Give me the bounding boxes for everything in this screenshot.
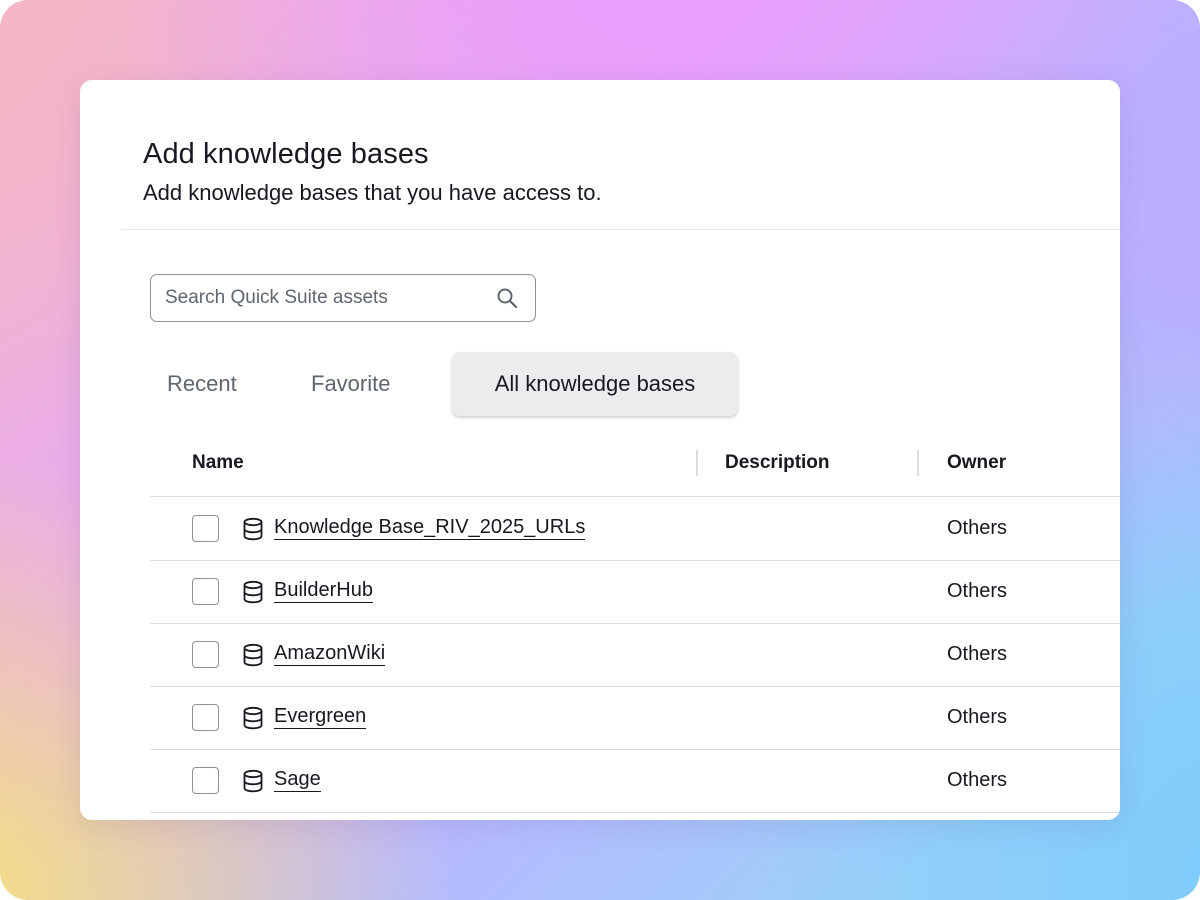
database-icon (243, 769, 263, 793)
tab-all-knowledge-bases[interactable]: All knowledge bases (452, 352, 738, 416)
owner-cell: Others (947, 643, 1008, 665)
dialog-subtitle: Add knowledge bases that you have access… (143, 180, 602, 205)
column-header-owner[interactable]: Owner (947, 452, 1006, 474)
table-row: Sage Others (80, 749, 1120, 812)
database-icon (243, 706, 263, 730)
database-icon (243, 517, 263, 541)
knowledge-base-link[interactable]: Evergreen (274, 704, 367, 729)
search-input[interactable] (165, 275, 485, 320)
owner-cell: Others (947, 769, 1008, 791)
row-checkbox[interactable] (192, 704, 219, 731)
row-checkbox[interactable] (192, 641, 219, 668)
row-divider (150, 812, 1120, 813)
table-row: BuilderHub Others (80, 560, 1120, 623)
knowledge-base-link[interactable]: BuilderHub (274, 578, 373, 603)
row-checkbox[interactable] (192, 578, 219, 605)
add-knowledge-bases-dialog: Add knowledge bases Add knowledge bases … (80, 80, 1120, 820)
table-row: Evergreen Others (80, 686, 1120, 749)
table-row: AmazonWiki Others (80, 623, 1120, 686)
database-icon (243, 643, 263, 667)
column-resizer[interactable] (696, 450, 698, 476)
search-icon[interactable] (495, 286, 519, 310)
owner-cell: Others (947, 706, 1008, 728)
tab-recent[interactable]: Recent (167, 352, 237, 416)
knowledge-base-link[interactable]: Knowledge Base_RIV_2025_URLs (274, 515, 586, 540)
tab-favorite[interactable]: Favorite (311, 352, 390, 416)
owner-cell: Others (947, 517, 1008, 539)
dialog-title: Add knowledge bases (143, 138, 429, 170)
row-checkbox[interactable] (192, 767, 219, 794)
header-divider (122, 229, 1120, 230)
row-checkbox[interactable] (192, 515, 219, 542)
column-header-description[interactable]: Description (725, 452, 830, 474)
column-header-name[interactable]: Name (192, 452, 244, 474)
search-box (150, 274, 536, 322)
owner-cell: Others (947, 580, 1008, 602)
table-row: Knowledge Base_RIV_2025_URLs Others (80, 497, 1120, 560)
knowledge-base-link[interactable]: AmazonWiki (274, 641, 386, 666)
database-icon (243, 580, 263, 604)
column-resizer[interactable] (917, 450, 919, 476)
knowledge-base-link[interactable]: Sage (274, 767, 321, 792)
